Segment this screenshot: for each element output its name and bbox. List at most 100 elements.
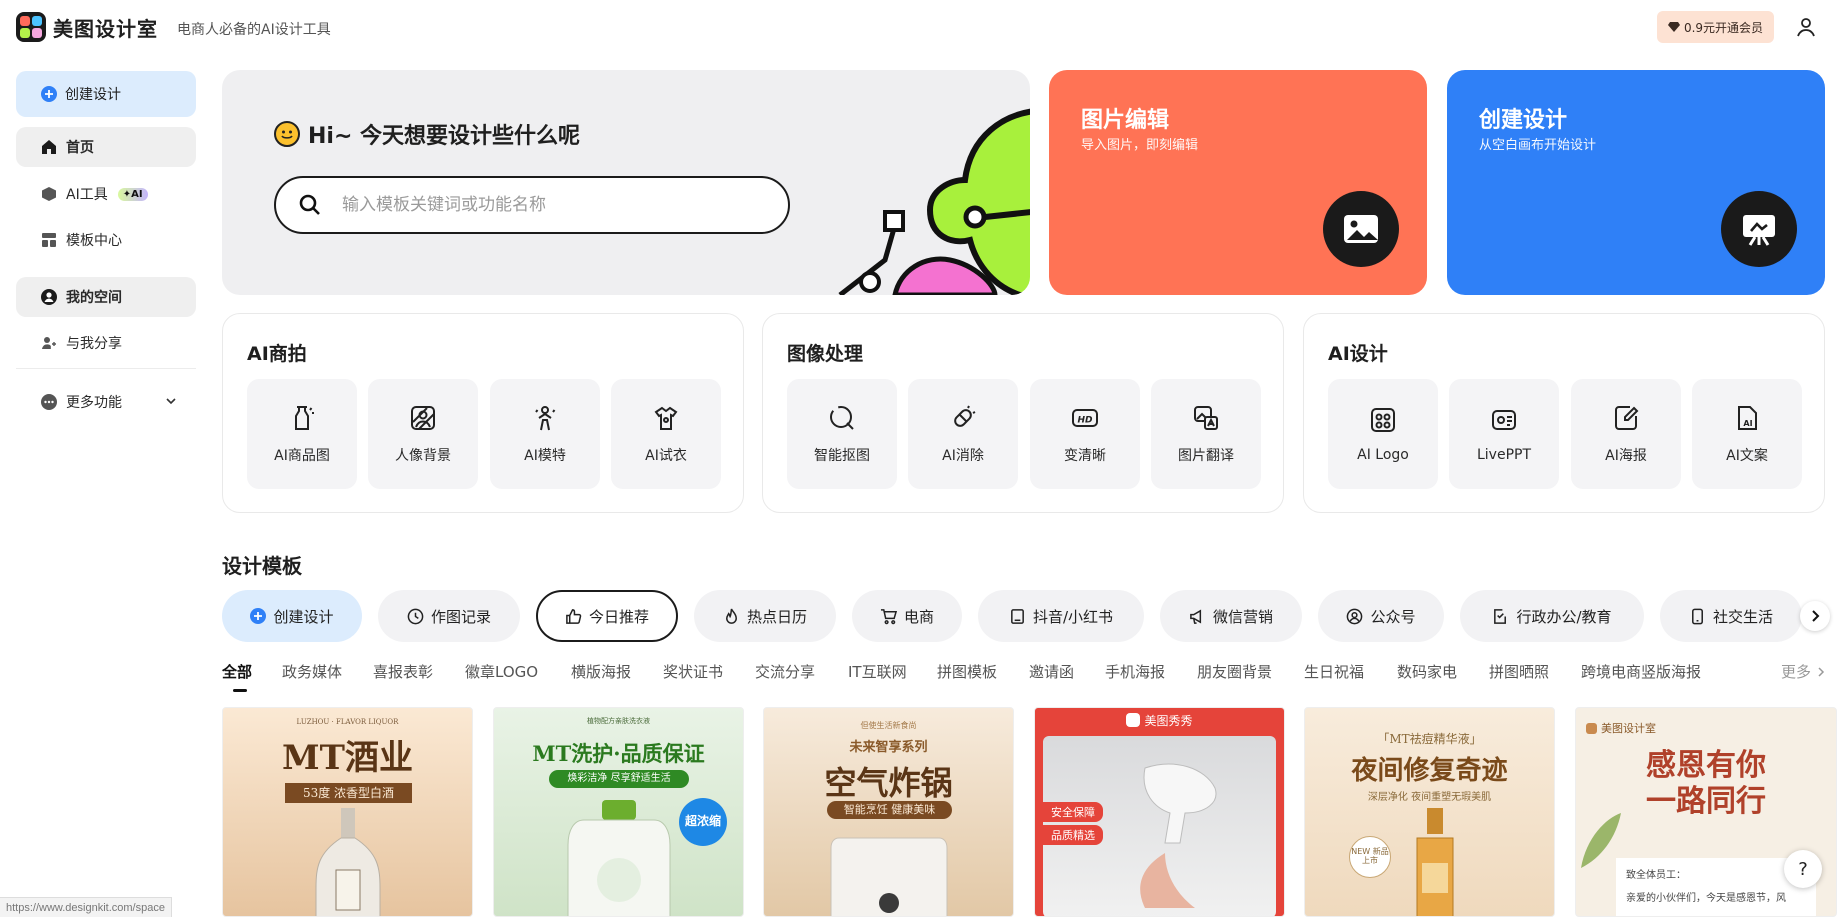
chip-scroll-next-button[interactable]	[1800, 601, 1830, 631]
category-tab[interactable]: 奖状证书	[663, 661, 723, 682]
chip-today-picks[interactable]: 今日推荐	[536, 590, 678, 642]
templates-section-title: 设计模板	[222, 554, 302, 578]
tool-ai-copywriting[interactable]: AI AI文案	[1692, 379, 1802, 489]
designkit-logo-icon	[1586, 722, 1597, 734]
tool-ai-product-image[interactable]: AI商品图	[247, 379, 357, 489]
tool-label: AI商品图	[274, 448, 330, 464]
category-tab[interactable]: 邀请函	[1029, 661, 1074, 682]
brand-name[interactable]: 美图设计室	[53, 13, 158, 42]
chip-office-education[interactable]: 行政办公/教育	[1460, 590, 1644, 642]
category-tab[interactable]: IT互联网	[848, 661, 907, 682]
sidebar-item-template-center[interactable]: 模板中心	[16, 220, 196, 260]
category-tab[interactable]: 横版海报	[571, 661, 631, 682]
chip-label: 热点日历	[746, 607, 807, 626]
megaphone-icon	[1190, 609, 1202, 624]
model-person-icon	[530, 403, 560, 433]
template-card[interactable]: LUZHOU · FLAVOR LIQUOR MT酒业 53度 浓香型白酒	[222, 707, 473, 917]
category-tab[interactable]: 手机海报	[1105, 661, 1165, 682]
leaf-decoration	[1581, 813, 1621, 868]
chip-official-account[interactable]: 公众号	[1318, 590, 1444, 642]
tool-ai-erase[interactable]: AI消除	[908, 379, 1018, 489]
chip-hot-calendar[interactable]: 热点日历	[694, 590, 836, 642]
sidebar-item-my-space[interactable]: 我的空间	[16, 277, 196, 317]
template-card-badge: 超浓缩	[679, 798, 727, 846]
template-card-subtitle: 深层净化 夜间重塑无瑕美肌	[1367, 792, 1492, 803]
flame-icon	[726, 608, 737, 624]
template-card-title: MT洗护·品质保证	[532, 741, 705, 766]
tool-image-translate[interactable]: 图片翻译	[1151, 379, 1261, 489]
group-title: AI商拍	[247, 343, 307, 365]
status-url: https://www.designkit.com/space	[0, 897, 172, 917]
image-edit-card[interactable]: 图片编辑 导入图片，即刻编辑	[1049, 70, 1427, 295]
category-tab[interactable]: 朋友圈背景	[1197, 661, 1272, 682]
tool-ai-logo[interactable]: AI Logo	[1328, 379, 1438, 489]
tool-group-ai-photo: AI商拍 AI商品图 人像背景 AI模特 AI试衣	[222, 313, 744, 513]
category-tab[interactable]: 政务媒体	[282, 661, 342, 682]
user-icon	[1797, 18, 1815, 37]
air-fryer-image	[830, 837, 948, 916]
help-button[interactable]: ?	[1784, 850, 1822, 888]
phone-icon	[1692, 608, 1703, 624]
category-tab[interactable]: 徽章LOGO	[465, 661, 538, 682]
chip-wechat-marketing[interactable]: 微信营销	[1160, 590, 1302, 642]
chip-social-life[interactable]: 社交生活	[1660, 590, 1802, 642]
translate-image-icon	[1191, 403, 1221, 433]
chip-douyin-xiaohongshu[interactable]: 抖音/小红书	[978, 590, 1144, 642]
more-dots-icon	[40, 393, 58, 411]
tshirt-icon	[651, 403, 681, 433]
tool-ai-model[interactable]: AI模特	[490, 379, 600, 489]
category-tab[interactable]: 拼图晒照	[1489, 661, 1549, 682]
chip-label: 作图记录	[430, 607, 491, 626]
checklist-icon	[1494, 608, 1507, 624]
group-title: 图像处理	[787, 343, 864, 365]
chip-design-history[interactable]: 作图记录	[378, 590, 520, 642]
template-card[interactable]: 「MT祛痘精华液」 夜间修复奇迹 深层净化 夜间重塑无瑕美肌 NEW 新品上市	[1304, 707, 1555, 917]
tool-ai-poster[interactable]: AI海报	[1571, 379, 1681, 489]
tool-liveppt[interactable]: LivePPT	[1449, 379, 1559, 489]
group-title: AI设计	[1328, 343, 1388, 365]
sidebar-item-more-features[interactable]: 更多功能	[16, 382, 196, 422]
category-tab[interactable]: 数码家电	[1397, 661, 1457, 682]
tool-smart-cutout[interactable]: 智能抠图	[787, 379, 897, 489]
category-tab[interactable]: 拼图模板	[937, 661, 997, 682]
search-input[interactable]	[342, 195, 742, 215]
sidebar-item-ai-tools[interactable]: AI工具 ✦AI	[16, 174, 196, 214]
tool-portrait-background[interactable]: 人像背景	[368, 379, 478, 489]
category-tab[interactable]: 交流分享	[755, 661, 815, 682]
template-card-tag: 品质精选	[1043, 825, 1103, 845]
eraser-icon	[948, 403, 978, 433]
user-circle-outline-icon	[1347, 608, 1363, 624]
cart-icon	[880, 608, 897, 624]
user-avatar-button[interactable]	[1791, 12, 1821, 42]
tool-enhance-clarity[interactable]: HD 变清晰	[1030, 379, 1140, 489]
create-design-card[interactable]: 创建设计 从空白画布开始设计	[1447, 70, 1825, 295]
brand-slogan: 电商人必备的AI设计工具	[177, 22, 331, 38]
chip-label: 抖音/小红书	[1032, 607, 1114, 626]
vip-label: 0.9元开通会员	[1683, 20, 1764, 35]
tool-ai-try-on[interactable]: AI试衣	[611, 379, 721, 489]
category-tab[interactable]: 跨境电商竖版海报	[1581, 661, 1701, 682]
chip-ecommerce[interactable]: 电商	[852, 590, 962, 642]
search-bar[interactable]	[274, 176, 790, 234]
category-tab[interactable]: 生日祝福	[1304, 661, 1364, 682]
app-logo-icon[interactable]	[16, 12, 46, 42]
user-share-icon	[40, 334, 58, 352]
sidebar-item-label: 更多功能	[66, 395, 122, 411]
vip-membership-button[interactable]: 0.9元开通会员	[1657, 11, 1774, 43]
chip-create-design[interactable]: 创建设计	[222, 590, 362, 642]
poster-pen-icon	[1611, 403, 1641, 433]
sidebar-item-shared-with-me[interactable]: 与我分享	[16, 323, 196, 363]
template-card[interactable]: 植物配方亲肤洗衣液 MT洗护·品质保证 焕彩洁净 尽享舒适生活 超浓缩	[493, 707, 744, 917]
more-categories-link[interactable]: 更多	[1781, 661, 1826, 682]
category-tab[interactable]: 喜报表彰	[373, 661, 433, 682]
sidebar-item-label: 首页	[66, 140, 94, 156]
sidebar-item-home[interactable]: 首页	[16, 127, 196, 167]
sidebar-create-design-button[interactable]: 创建设计	[16, 71, 196, 117]
chevron-down-icon	[166, 398, 176, 405]
template-card[interactable]: 美图秀秀 安全保障 品质精选	[1034, 707, 1285, 917]
template-card[interactable]: 但使生活新食尚 未来智享系列 空气炸锅 智能烹饪 健康美味	[763, 707, 1014, 917]
card-subtitle: 从空白画布开始设计	[1479, 138, 1597, 153]
category-tab-all[interactable]: 全部	[222, 661, 252, 682]
meitu-logo-icon	[1126, 713, 1141, 727]
chip-label: 今日推荐	[588, 607, 649, 626]
